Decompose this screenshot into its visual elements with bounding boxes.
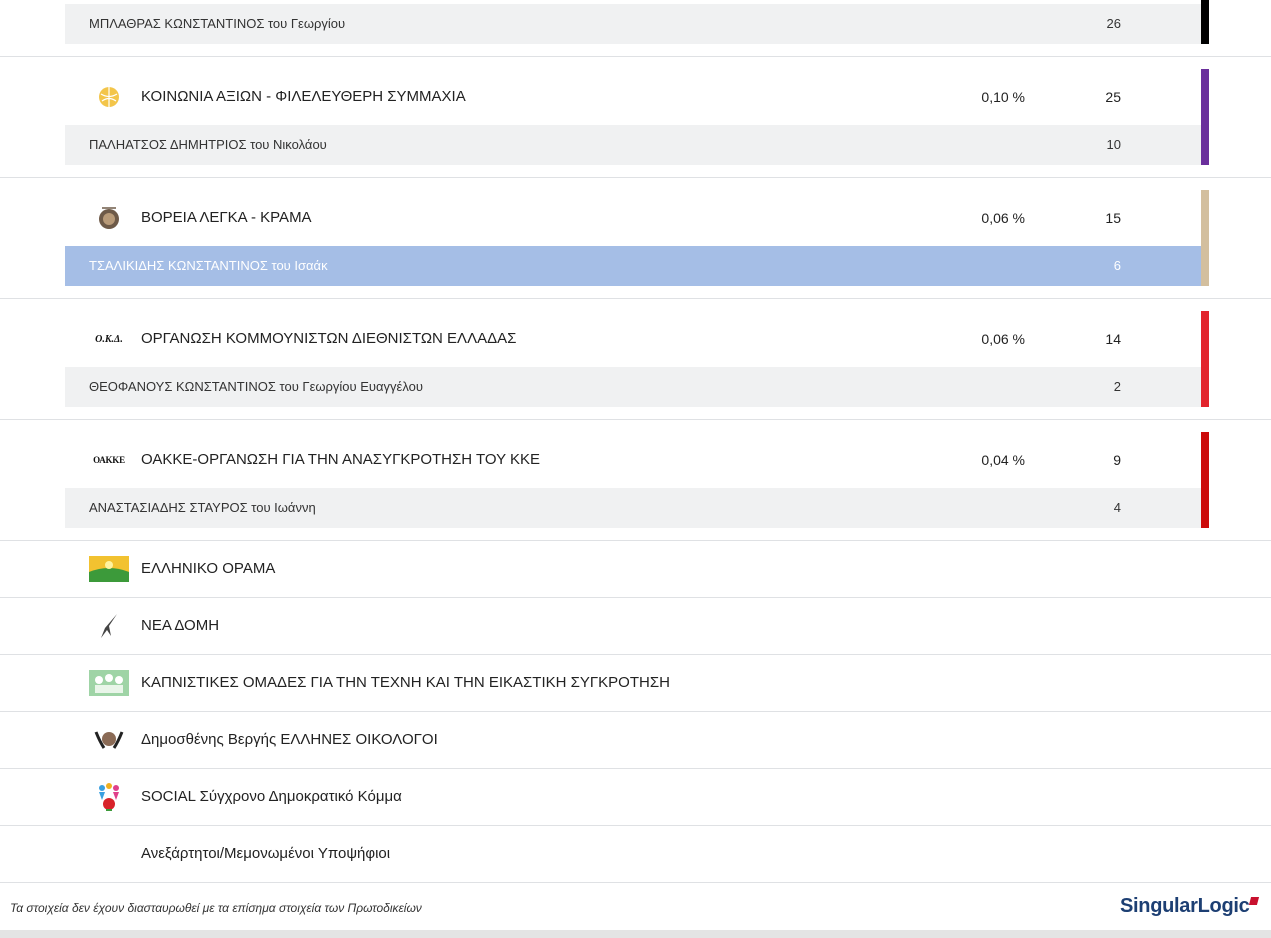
party-name: ΟΑΚΚΕ-ΟΡΓΑΝΩΣΗ ΓΙΑ ΤΗΝ ΑΝΑΣΥΓΚΡΟΤΗΣΗ ΤΟΥ… [141, 451, 541, 468]
candidate-votes: 2 [1113, 379, 1121, 394]
brand-part-2: Logic [1197, 895, 1250, 917]
party-color-bar [1201, 0, 1209, 44]
candidate-name: ΜΠΛΑΘΡΑΣ ΚΩΝΣΤΑΝΤΙΝΟΣ του Γεωργίου [89, 16, 346, 31]
candidate-votes: 10 [1106, 137, 1121, 152]
divider [0, 177, 1271, 178]
divider [0, 298, 1271, 299]
green-landscape-logo-icon [89, 555, 129, 583]
candidate-votes: 6 [1113, 258, 1121, 273]
swallow-bird-logo-icon [89, 612, 129, 640]
people-group-logo-icon [89, 669, 129, 697]
party-percent: 0,04 % [981, 452, 1025, 468]
oakke-logo-icon: ΟΑΚΚΕ [93, 455, 125, 465]
party-row[interactable]: SOCIAL Σύγχρονο Δημοκρατικό Κόμμα [65, 769, 1201, 825]
brand-part-1: Singular [1120, 895, 1198, 917]
party-votes: 15 [1105, 210, 1121, 226]
candidate-row[interactable]: ΘΕΟΦΑΝΟΥΣ ΚΩΝΣΤΑΝΤΙΝΟΣ του Γεωργίου Ευαγ… [65, 367, 1201, 407]
candidate-row[interactable]: ΑΝΑΣΤΑΣΙΑΔΗΣ ΣΤΑΥΡΟΣ του Ιωάννη 4 [65, 488, 1201, 528]
party-name: Ανεξάρτητοι/Μεμονωμένοι Υποψήφιοι [141, 845, 391, 862]
divider [0, 419, 1271, 420]
party-votes: 25 [1105, 89, 1121, 105]
candidate-name: ΘΕΟΦΑΝΟΥΣ ΚΩΝΣΤΑΝΤΙΝΟΣ του Γεωργίου Ευαγ… [89, 379, 423, 394]
party-percent: 0,06 % [981, 210, 1025, 226]
orange-ball-logo-icon [89, 83, 129, 111]
horizontal-scrollbar[interactable] [0, 930, 1271, 938]
candidate-name: ΑΝΑΣΤΑΣΙΑΔΗΣ ΣΤΑΥΡΟΣ του Ιωάννη [89, 500, 316, 515]
candidate-votes: 26 [1106, 16, 1121, 31]
candidate-name: ΤΣΑΛΙΚΙΔΗΣ ΚΩΝΣΤΑΝΤΙΝΟΣ του Ισαάκ [89, 258, 328, 273]
party-row[interactable]: ΟΑΚΚΕ ΟΑΚΚΕ-ΟΡΓΑΝΩΣΗ ΓΙΑ ΤΗΝ ΑΝΑΣΥΓΚΡΟΤΗ… [65, 432, 1201, 488]
party-color-bar [1201, 311, 1209, 407]
party-row[interactable]: ΝΕΑ ΔΟΜΗ [65, 598, 1201, 654]
party-name: ΚΟΙΝΩΝΙΑ ΑΞΙΩΝ - ΦΙΛΕΛΕΥΘΕΡΗ ΣΥΜΜΑΧΙΑ [141, 88, 466, 105]
candidate-row[interactable]: ΠΑΛΗΑΤΣΟΣ ΔΗΜΗΤΡΙΟΣ του Νικολάου 10 [65, 125, 1201, 165]
party-row[interactable]: Ο.Κ.Δ. ΟΡΓΑΝΩΣΗ ΚΟΜΜΟΥΝΙΣΤΩΝ ΔΙΕΘΝΙΣΤΩΝ … [65, 311, 1201, 367]
party-name: SOCIAL Σύγχρονο Δημοκρατικό Κόμμα [141, 788, 402, 805]
party-row[interactable]: Ανεξάρτητοι/Μεμονωμένοι Υποψήφιοι [65, 826, 1201, 882]
party-name: ΝΕΑ ΔΟΜΗ [141, 617, 220, 634]
colorful-figures-logo-icon [89, 783, 129, 811]
party-row[interactable]: ΚΑΠΝΙΣΤΙΚΕΣ ΟΜΑΔΕΣ ΓΙΑ ΤΗΝ ΤΕΧΝΗ ΚΑΙ ΤΗΝ… [65, 655, 1201, 711]
singularlogic-logo[interactable]: SingularLogic [1120, 895, 1260, 918]
candidate-row-selected[interactable]: ΤΣΑΛΙΚΙΔΗΣ ΚΩΝΣΤΑΝΤΙΝΟΣ του Ισαάκ 6 [65, 246, 1201, 286]
party-color-bar [1201, 69, 1209, 165]
candidate-votes: 4 [1113, 500, 1121, 515]
party-votes: 14 [1105, 331, 1121, 347]
party-row[interactable]: Δημοσθένης Βεργής ΕΛΛΗΝΕΣ ΟΙΚΟΛΟΓΟΙ [65, 712, 1201, 768]
party-row[interactable]: ΕΛΛΗΝΙΚΟ ΟΡΑΜΑ [65, 541, 1201, 597]
party-row[interactable]: ΚΟΙΝΩΝΙΑ ΑΞΙΩΝ - ΦΙΛΕΛΕΥΘΕΡΗ ΣΥΜΜΑΧΙΑ 0,… [65, 69, 1201, 125]
party-percent: 0,06 % [981, 331, 1025, 347]
party-percent: 0,10 % [981, 89, 1025, 105]
divider [0, 56, 1271, 57]
party-row[interactable]: ΒΟΡΕΙΑ ΛΕΓΚΑ - ΚΡΑΜΑ 0,06 % 15 [65, 190, 1201, 246]
party-name: ΚΑΠΝΙΣΤΙΚΕΣ ΟΜΑΔΕΣ ΓΙΑ ΤΗΝ ΤΕΧΝΗ ΚΑΙ ΤΗΝ… [141, 674, 670, 691]
party-color-bar [1201, 190, 1209, 286]
disclaimer-note: Τα στοιχεία δεν έχουν διασταυρωθεί με τα… [10, 901, 422, 915]
party-name: ΒΟΡΕΙΑ ΛΕΓΚΑ - ΚΡΑΜΑ [141, 209, 312, 226]
candidate-name: ΠΑΛΗΑΤΣΟΣ ΔΗΜΗΤΡΙΟΣ του Νικολάου [89, 137, 327, 152]
party-votes: 9 [1113, 452, 1121, 468]
party-name: ΕΛΛΗΝΙΚΟ ΟΡΑΜΑ [141, 560, 276, 577]
party-name: Δημοσθένης Βεργής ΕΛΛΗΝΕΣ ΟΙΚΟΛΟΓΟΙ [141, 731, 438, 748]
divider [0, 882, 1271, 883]
party-color-bar [1201, 432, 1209, 528]
party-name: ΟΡΓΑΝΩΣΗ ΚΟΜΜΟΥΝΙΣΤΩΝ ΔΙΕΘΝΙΣΤΩΝ ΕΛΛΑΔΑΣ [141, 330, 517, 347]
hands-circle-logo-icon [89, 726, 129, 754]
candidate-row[interactable]: ΜΠΛΑΘΡΑΣ ΚΩΝΣΤΑΝΤΙΝΟΣ του Γεωργίου 26 [65, 4, 1201, 44]
brand-mark-icon [1249, 897, 1260, 905]
okd-logo-icon: Ο.Κ.Δ. [95, 333, 123, 345]
emblem-seal-logo-icon [89, 204, 129, 232]
